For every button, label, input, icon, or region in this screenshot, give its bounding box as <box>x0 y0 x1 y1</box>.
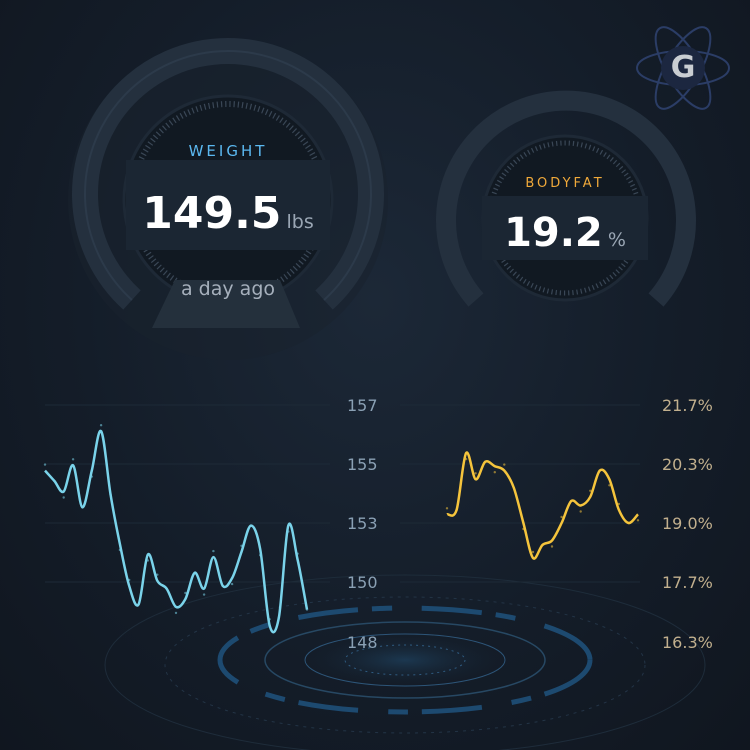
weight-chart-point <box>81 506 84 509</box>
weight-chart-point <box>99 424 103 427</box>
bodyfat-chart-point <box>598 469 601 472</box>
weight-chart-point <box>156 573 159 576</box>
weight-chart-point <box>249 524 253 527</box>
weight-chart-point <box>128 578 131 582</box>
chart-gridlines <box>45 404 640 583</box>
bodyfat-chart-point <box>531 550 535 554</box>
bodyfat-chart-line <box>446 451 639 560</box>
bodyfat-chart-point <box>484 460 487 463</box>
weight-chart-point <box>62 496 65 499</box>
weight-tick-label: 148 <box>347 633 378 652</box>
bodyfat-chart <box>445 451 640 560</box>
bodyfat-chart-point <box>445 507 449 510</box>
weight-unit: lbs <box>286 211 314 233</box>
weight-tick-label: 155 <box>347 455 378 474</box>
bodyfat-chart-point <box>608 484 611 487</box>
logo-letter: G <box>670 50 696 85</box>
bodyfat-gauge-frame <box>436 90 696 307</box>
bodyfat-chart-point <box>617 502 621 506</box>
bodyfat-chart-point <box>550 545 554 548</box>
weight-value-group: 149.5 lbs <box>128 188 328 239</box>
weight-chart <box>43 424 309 634</box>
hud-rings-decoration <box>104 574 706 750</box>
bodyfat-value-group: 19.2 % <box>465 210 665 256</box>
bodyfat-chart-point <box>503 463 506 466</box>
bodyfat-chart-point <box>541 543 544 547</box>
bodyfat-tick-label: 19.0% <box>662 514 713 533</box>
bodyfat-chart-point <box>569 499 573 503</box>
bodyfat-chart-point <box>589 489 592 492</box>
weight-chart-point <box>193 571 196 574</box>
weight-chart-point <box>305 608 309 611</box>
weight-updated: a day ago <box>181 278 275 300</box>
weight-label: WEIGHT <box>188 142 268 160</box>
bodyfat-tick-label: 16.3% <box>662 633 713 652</box>
weight-value: 149.5 <box>142 188 282 239</box>
bodyfat-chart-point <box>493 471 496 474</box>
weight-chart-point <box>146 559 150 562</box>
bodyfat-chart-point <box>560 515 563 519</box>
weight-chart-point <box>174 611 178 615</box>
weight-chart-point <box>109 493 112 496</box>
weight-chart-point <box>277 616 281 619</box>
weight-chart-point <box>259 554 262 557</box>
bodyfat-chart-point <box>455 508 458 512</box>
weight-chart-point <box>212 549 215 553</box>
bodyfat-chart-point <box>464 457 468 461</box>
weight-chart-point <box>118 548 122 552</box>
weight-chart-point <box>296 552 299 555</box>
bodyfat-tick-label: 21.7% <box>662 396 713 415</box>
weight-chart-point <box>240 544 243 547</box>
bodyfat-chart-point <box>522 527 525 531</box>
bodyfat-chart-point <box>636 519 640 522</box>
weight-chart-point <box>230 582 234 586</box>
bodyfat-value: 19.2 <box>504 210 603 256</box>
bodyfat-tick-label: 17.7% <box>662 573 713 592</box>
bodyfat-chart-point <box>512 486 516 490</box>
weight-chart-point <box>268 618 271 621</box>
weight-tick-label: 150 <box>347 573 378 592</box>
weight-chart-point <box>287 530 290 533</box>
weight-chart-point <box>137 603 140 606</box>
bodyfat-chart-point <box>579 510 582 513</box>
weight-chart-line <box>44 429 309 634</box>
weight-chart-point <box>53 479 56 483</box>
weight-chart-point <box>221 584 224 588</box>
weight-tick-label: 157 <box>347 396 378 415</box>
weight-chart-point <box>165 587 168 590</box>
bodyfat-chart-point <box>474 472 477 475</box>
weight-chart-point <box>90 475 94 478</box>
bodyfat-tick-label: 20.3% <box>662 455 713 474</box>
weight-chart-point <box>43 463 47 466</box>
weight-chart-point <box>71 458 75 461</box>
bodyfat-chart-point <box>627 521 630 525</box>
bodyfat-unit: % <box>607 229 626 251</box>
weight-chart-point <box>184 591 187 595</box>
weight-chart-point <box>202 593 206 596</box>
weight-tick-label: 153 <box>347 514 378 533</box>
bodyfat-label: BODYFAT <box>525 176 605 191</box>
